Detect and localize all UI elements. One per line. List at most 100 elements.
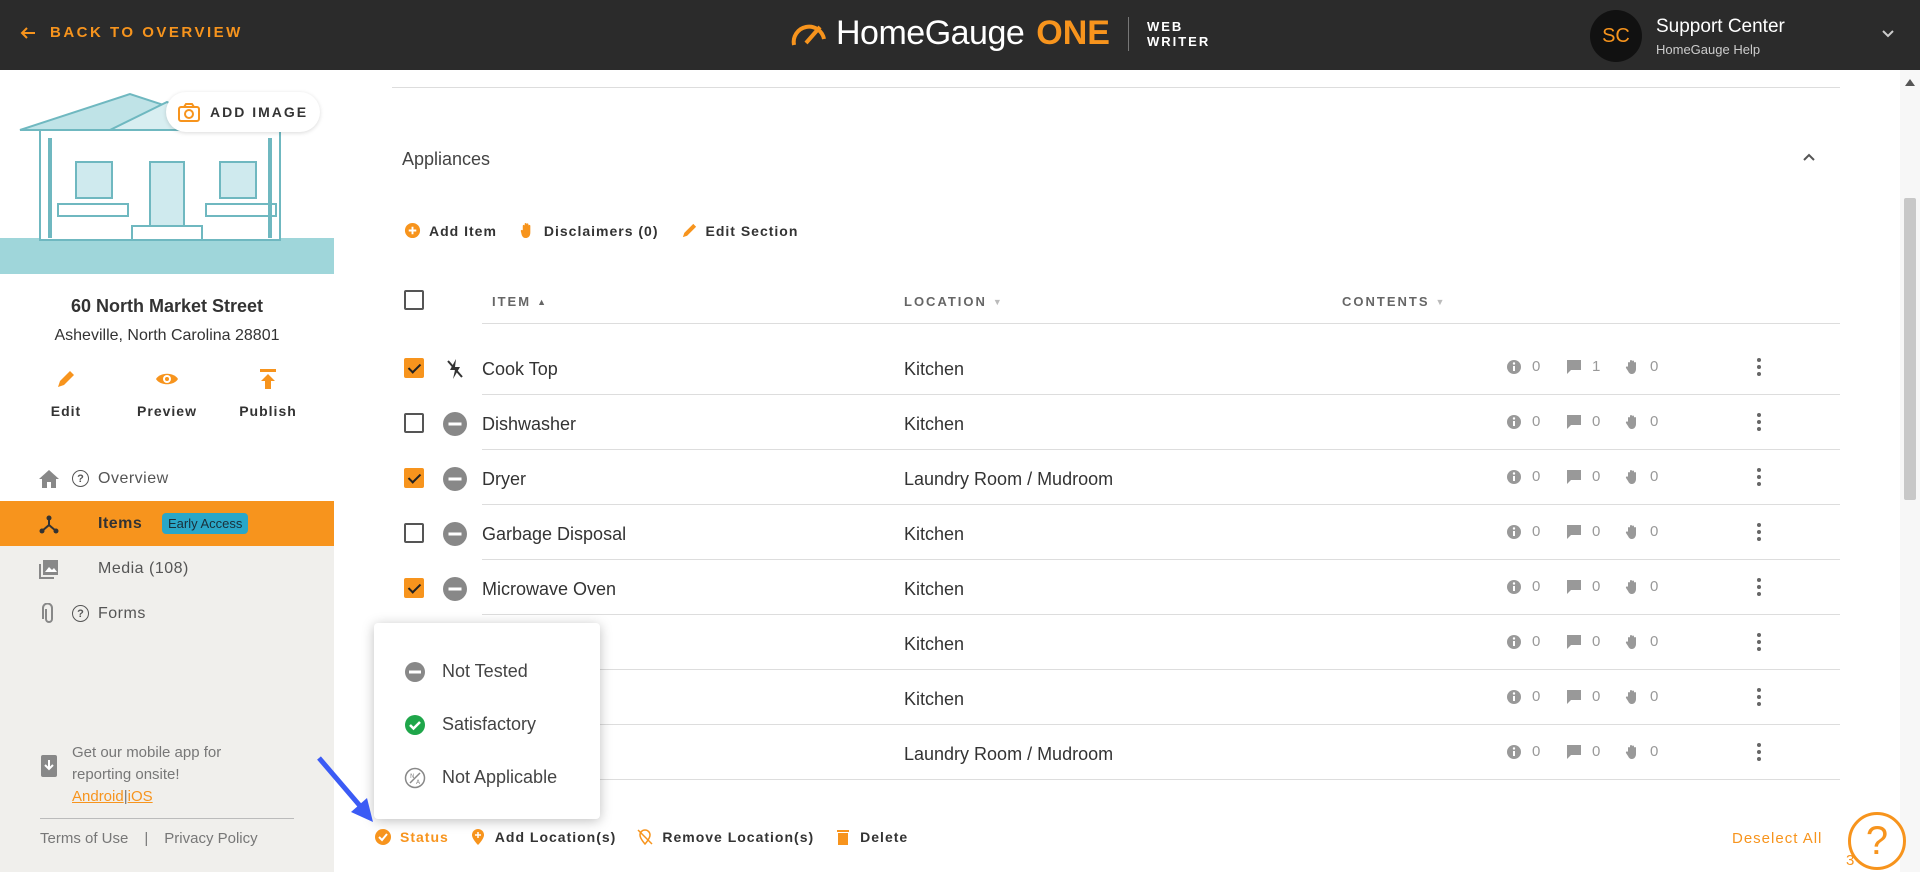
add-image-button[interactable]: ADD IMAGE	[166, 92, 321, 132]
row-checkbox[interactable]	[404, 523, 424, 543]
info-count[interactable]: 0	[1506, 688, 1540, 705]
info-count[interactable]: 0	[1506, 468, 1540, 485]
row-checkbox[interactable]	[404, 358, 424, 378]
help-circle-icon[interactable]: ?	[72, 605, 89, 622]
scrollbar-thumb[interactable]	[1904, 198, 1916, 500]
comment-count[interactable]: 0	[1566, 468, 1600, 485]
status-option-not-tested[interactable]: Not Tested	[374, 645, 600, 698]
table-row[interactable]: Dryer Laundry Room / Mudroom 0 0 0	[402, 450, 1840, 505]
info-icon	[1507, 744, 1521, 759]
not-tested-icon[interactable]	[442, 411, 468, 437]
table-row[interactable]: Microwave Oven Kitchen 0 0 0	[402, 560, 1840, 615]
user-menu[interactable]: SC Support Center HomeGauge Help	[1590, 10, 1785, 62]
add-location-button[interactable]: Add Location(s)	[469, 828, 617, 846]
item-name[interactable]: Garbage Disposal	[482, 524, 626, 545]
item-name[interactable]: Dishwasher	[482, 414, 576, 435]
edit-section-button[interactable]: Edit Section	[681, 222, 799, 239]
scroll-up-icon[interactable]	[1905, 78, 1915, 86]
deselect-all-button[interactable]: Deselect All	[1732, 830, 1822, 847]
sidebar-item-forms[interactable]: ? Forms	[0, 591, 334, 636]
item-name[interactable]: Dryer	[482, 469, 526, 490]
comment-count[interactable]: 0	[1566, 633, 1600, 650]
limitation-count[interactable]: 0	[1624, 523, 1658, 540]
scrollbar[interactable]	[1900, 70, 1920, 872]
column-location[interactable]: LOCATION ▼	[904, 294, 1004, 309]
status-option-satisfactory[interactable]: Satisfactory	[374, 698, 600, 751]
table-row[interactable]: Kitchen 0 0 0	[402, 670, 1840, 725]
status-button[interactable]: Status	[374, 828, 449, 846]
more-vertical-icon[interactable]	[1748, 686, 1770, 708]
more-vertical-icon[interactable]	[1748, 521, 1770, 543]
table-row[interactable]: Laundry Room / Mudroom 0 0 0	[402, 725, 1840, 780]
limitation-count[interactable]: 0	[1624, 633, 1658, 650]
comment-count[interactable]: 0	[1566, 413, 1600, 430]
limitation-count[interactable]: 0	[1624, 743, 1658, 760]
table-row[interactable]: Cook Top Kitchen 0 1 0	[402, 340, 1840, 395]
no-power-icon[interactable]	[442, 356, 468, 382]
comment-count[interactable]: 0	[1566, 523, 1600, 540]
not-tested-icon[interactable]	[442, 521, 468, 547]
status-option-not-applicable[interactable]: NA Not Applicable	[374, 751, 600, 804]
table-row[interactable]: eKitchen000	[402, 615, 1840, 670]
sidebar-item-items[interactable]: Items Early Access	[0, 501, 334, 546]
delete-button[interactable]: Delete	[834, 828, 908, 846]
table-row[interactable]: Dishwasher Kitchen 0 0 0	[402, 395, 1840, 450]
terms-link[interactable]: Terms of Use	[40, 830, 128, 847]
select-all-checkbox[interactable]	[404, 290, 424, 310]
mobile-app-promo: Get our mobile app for reporting onsite!…	[40, 742, 221, 808]
sidebar-item-media[interactable]: Media (108)	[0, 546, 334, 591]
comment-count[interactable]: 0	[1566, 743, 1600, 760]
column-contents[interactable]: CONTENTS ▼	[1342, 294, 1446, 309]
camera-icon	[178, 103, 200, 122]
more-vertical-icon[interactable]	[1748, 356, 1770, 378]
item-name[interactable]: Cook Top	[482, 359, 558, 380]
preview-button[interactable]: Preview	[127, 367, 207, 419]
row-checkbox[interactable]	[404, 468, 424, 488]
ios-link[interactable]: iOS	[128, 788, 153, 805]
chevron-down-icon[interactable]	[1880, 25, 1896, 41]
edit-button[interactable]: Edit	[26, 367, 106, 419]
limitation-count[interactable]: 0	[1624, 413, 1658, 430]
help-button[interactable]: ?	[1848, 812, 1906, 870]
not-tested-icon[interactable]	[442, 576, 468, 602]
plus-circle-icon	[404, 222, 421, 239]
column-item[interactable]: ITEM ▲	[492, 294, 548, 309]
help-circle-icon[interactable]: ?	[72, 470, 89, 487]
android-link[interactable]: Android	[72, 788, 124, 805]
info-count[interactable]: 0	[1506, 578, 1540, 595]
not-tested-icon[interactable]	[442, 466, 468, 492]
comment-count[interactable]: 1	[1566, 358, 1600, 375]
disclaimers-button[interactable]: Disclaimers (0)	[519, 222, 659, 239]
more-vertical-icon[interactable]	[1748, 741, 1770, 763]
table-row[interactable]: Garbage Disposal Kitchen 0 0 0	[402, 505, 1840, 560]
chevron-up-icon[interactable]	[1800, 148, 1818, 166]
limitation-count[interactable]: 0	[1624, 578, 1658, 595]
comment-count[interactable]: 0	[1566, 688, 1600, 705]
add-item-button[interactable]: Add Item	[404, 222, 497, 239]
info-count[interactable]: 0	[1506, 523, 1540, 540]
more-vertical-icon[interactable]	[1748, 466, 1770, 488]
limitation-count[interactable]: 0	[1624, 468, 1658, 485]
hand-icon	[1625, 634, 1636, 649]
back-to-overview-link[interactable]: BACK TO OVERVIEW	[20, 24, 243, 41]
more-vertical-icon[interactable]	[1748, 576, 1770, 598]
info-count[interactable]: 0	[1506, 413, 1540, 430]
info-count[interactable]: 0	[1506, 743, 1540, 760]
more-vertical-icon[interactable]	[1748, 411, 1770, 433]
gauge-logo-icon	[791, 24, 826, 45]
remove-location-button[interactable]: Remove Location(s)	[636, 828, 814, 846]
publish-button[interactable]: Publish	[228, 367, 308, 419]
privacy-link[interactable]: Privacy Policy	[164, 830, 257, 847]
more-vertical-icon[interactable]	[1748, 631, 1770, 653]
info-count[interactable]: 0	[1506, 358, 1540, 375]
limitation-count[interactable]: 0	[1624, 688, 1658, 705]
sidebar-nav: ? Overview Items Early Access Media (108…	[0, 456, 334, 636]
row-checkbox[interactable]	[404, 413, 424, 433]
sidebar-item-overview[interactable]: ? Overview	[0, 456, 334, 501]
info-count[interactable]: 0	[1506, 633, 1540, 650]
item-name[interactable]: Microwave Oven	[482, 579, 616, 600]
item-location: Kitchen	[904, 634, 965, 654]
comment-count[interactable]: 0	[1566, 578, 1600, 595]
row-checkbox[interactable]	[404, 578, 424, 598]
limitation-count[interactable]: 0	[1624, 358, 1658, 375]
